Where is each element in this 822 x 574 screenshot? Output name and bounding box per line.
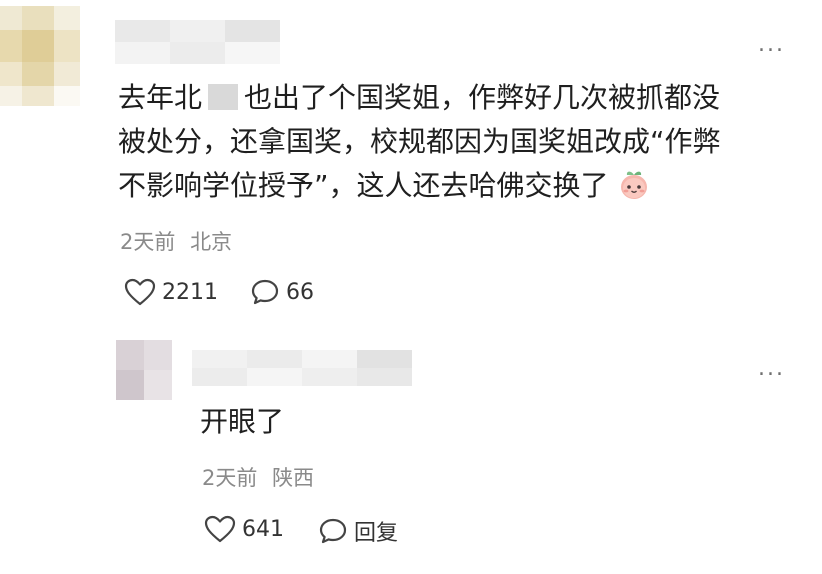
masked-word <box>208 84 239 110</box>
comment-reply-count-button[interactable]: 66 <box>250 278 314 306</box>
comment-line-3: 不影响学位授予”，这人还去哈佛交换了 <box>118 164 798 208</box>
comment-text-part: 不影响学位授予”，这人还去哈佛交换了 <box>118 169 609 202</box>
comment-line-2: 被处分，还拿国奖，校规都因为国奖姐改成“作弊 <box>118 125 721 158</box>
comment-like-button[interactable]: 2211 <box>124 278 218 306</box>
reply-label: 回复 <box>354 521 399 546</box>
speech-bubble-icon <box>251 279 279 305</box>
reply-count: 66 <box>286 279 314 305</box>
heart-icon <box>204 515 236 543</box>
reply-body: 开眼了 <box>200 405 285 438</box>
reply-time: 2天前 <box>202 466 258 490</box>
like-count: 641 <box>242 516 284 542</box>
comment-location: 北京 <box>190 230 233 254</box>
comment-text-part: 也出了个国奖姐，作弊好几次被抓都没 <box>244 81 721 114</box>
reply-location: 陕西 <box>272 466 315 490</box>
reply-more-button[interactable]: ... <box>758 358 785 380</box>
comment-text-part: 去年北 <box>118 81 203 114</box>
heart-icon <box>124 278 156 306</box>
comment-time: 2天前 <box>120 230 176 254</box>
reply-button[interactable]: 回复 <box>318 515 398 547</box>
commenter-username[interactable] <box>115 20 280 64</box>
comment-body: 去年北 也出了个国奖姐，作弊好几次被抓都没 被处分，还拿国奖，校规都因为国奖姐改成… <box>118 76 798 208</box>
reply-like-button[interactable]: 641 <box>204 515 284 543</box>
speech-bubble-icon <box>319 518 347 544</box>
comment-more-button[interactable]: ... <box>758 34 785 56</box>
peach-face-emoji-icon <box>621 171 648 199</box>
comment-line-1: 去年北 也出了个国奖姐，作弊好几次被抓都没 <box>118 76 798 120</box>
replier-username[interactable] <box>192 350 412 386</box>
replier-avatar[interactable] <box>116 340 172 400</box>
reply-meta: 2天前 陕西 <box>202 462 314 492</box>
comment-meta: 2天前 北京 <box>120 226 232 256</box>
commenter-avatar[interactable] <box>0 6 80 106</box>
like-count: 2211 <box>162 279 218 305</box>
